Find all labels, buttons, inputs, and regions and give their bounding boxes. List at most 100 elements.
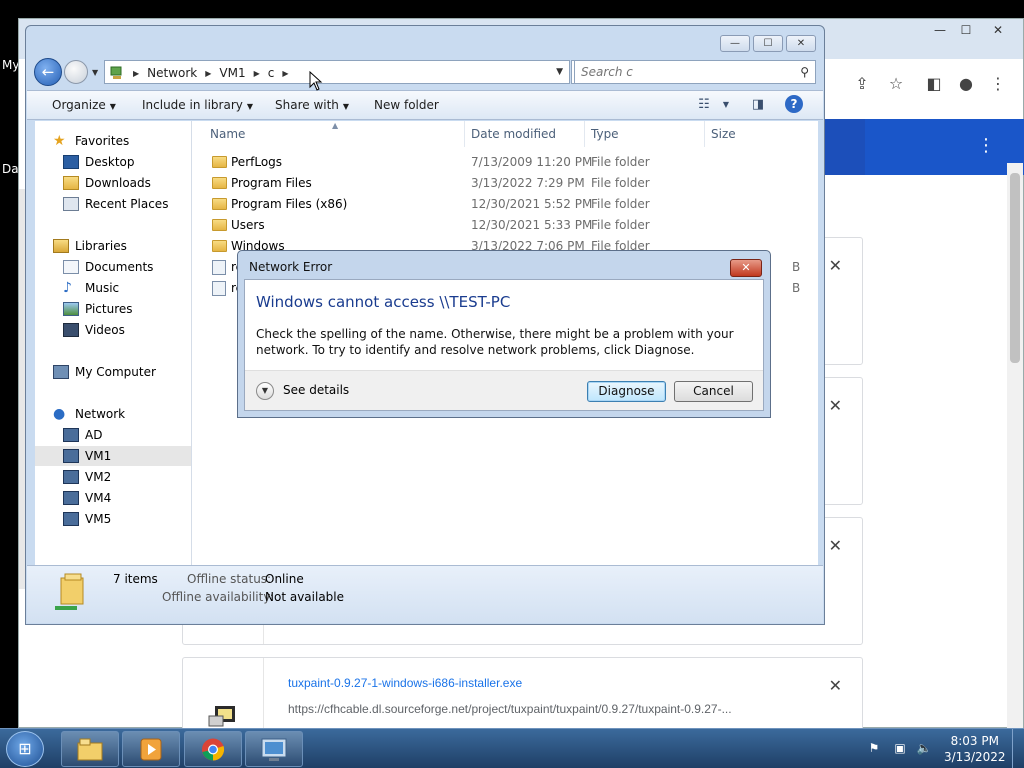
table-row[interactable]: PerfLogs 7/13/2009 11:20 PM File folder xyxy=(192,152,818,173)
column-header-type[interactable]: Type xyxy=(591,127,619,141)
file-name: Users xyxy=(231,218,265,232)
chrome-close-button[interactable]: ✕ xyxy=(985,23,1011,39)
network-location-icon xyxy=(110,66,122,79)
address-history-chevron-down-icon[interactable]: ▼ xyxy=(556,67,563,77)
diagnose-button[interactable]: Diagnose xyxy=(587,381,666,402)
remove-download-close-icon[interactable]: ✕ xyxy=(829,676,842,695)
column-divider[interactable] xyxy=(704,121,705,147)
nav-network-vm2[interactable]: VM2 xyxy=(35,467,191,487)
nav-desktop[interactable]: Desktop xyxy=(35,152,191,172)
nav-recent-places[interactable]: Recent Places xyxy=(35,194,191,214)
explorer-maximize-button[interactable]: ☐ xyxy=(753,35,783,52)
cancel-button[interactable]: Cancel xyxy=(674,381,753,402)
nav-pictures[interactable]: Pictures xyxy=(35,299,191,319)
preview-pane-icon[interactable]: ◨ xyxy=(749,97,767,113)
nav-desktop-label: Desktop xyxy=(85,155,135,169)
table-row[interactable]: Program Files 3/13/2022 7:29 PM File fol… xyxy=(192,173,818,194)
explorer-close-button[interactable]: ✕ xyxy=(786,35,816,52)
nav-network-vm5[interactable]: VM5 xyxy=(35,509,191,529)
share-with-label: Share with xyxy=(275,98,339,112)
organize-button[interactable]: Organize ▼ xyxy=(52,98,116,112)
downloads-menu-icon[interactable]: ⋮ xyxy=(977,135,995,156)
remove-download-close-icon[interactable]: ✕ xyxy=(829,536,842,555)
nav-network-vm4[interactable]: VM4 xyxy=(35,488,191,508)
breadcrumb-chevron-icon[interactable]: ▶ xyxy=(282,69,288,78)
table-row[interactable]: Program Files (x86) 12/30/2021 5:52 PM F… xyxy=(192,194,818,215)
column-header-size[interactable]: Size xyxy=(711,127,736,141)
profile-avatar-icon[interactable]: ● xyxy=(955,73,977,95)
organize-label: Organize xyxy=(52,98,106,112)
taskbar-chrome-button[interactable] xyxy=(184,731,242,767)
chrome-scrollbar[interactable] xyxy=(1007,163,1023,729)
nav-network[interactable]: ● Network xyxy=(35,404,191,424)
nav-documents[interactable]: Documents xyxy=(35,257,191,277)
nav-my-computer[interactable]: My Computer xyxy=(35,362,191,382)
start-button[interactable]: ⊞ xyxy=(6,731,44,767)
column-divider[interactable] xyxy=(584,121,585,147)
download-file-link[interactable]: tuxpaint-0.9.27-1-windows-i686-installer… xyxy=(288,676,522,690)
view-options-icon[interactable]: ☷ xyxy=(695,97,713,113)
scrollbar-thumb[interactable] xyxy=(1010,173,1020,363)
nav-network-vm1[interactable]: VM1 xyxy=(35,446,191,466)
new-folder-button[interactable]: New folder xyxy=(374,98,439,112)
share-icon[interactable]: ⇪ xyxy=(851,73,873,95)
breadcrumb-network[interactable]: Network xyxy=(147,66,197,80)
desktop-icon-label[interactable]: My xyxy=(2,58,19,72)
clock-time: 8:03 PM xyxy=(950,734,999,748)
breadcrumb-vm1[interactable]: VM1 xyxy=(219,66,245,80)
include-in-library-button[interactable]: Include in library ▼ xyxy=(142,98,253,112)
search-box[interactable]: ⚲ xyxy=(574,60,816,84)
side-panel-icon[interactable]: ◧ xyxy=(923,73,945,95)
bookmark-star-icon[interactable]: ☆ xyxy=(885,73,907,95)
view-options-chevron-down-icon[interactable]: ▼ xyxy=(717,100,735,116)
folder-icon xyxy=(212,240,227,252)
recent-pages-chevron-down-icon[interactable]: ▼ xyxy=(92,68,98,77)
clock-date: 3/13/2022 xyxy=(944,750,1006,764)
nav-favorites[interactable]: ★ Favorites xyxy=(35,131,191,151)
nav-network-ad[interactable]: AD xyxy=(35,425,191,445)
see-details-chevron-down-icon[interactable]: ▼ xyxy=(256,382,274,400)
dialog-message: Check the spelling of the name. Otherwis… xyxy=(256,327,734,357)
address-bar[interactable]: ▶ Network ▶ VM1 ▶ c ▶ ▼ ⇆ xyxy=(104,60,597,84)
taskbar-media-player-button[interactable] xyxy=(122,731,180,767)
see-details-link[interactable]: See details xyxy=(283,383,349,397)
dialog-heading: Windows cannot access \\TEST-PC xyxy=(256,293,511,311)
remove-download-close-icon[interactable]: ✕ xyxy=(829,396,842,415)
taskbar-remote-desktop-button[interactable] xyxy=(245,731,303,767)
remove-download-close-icon[interactable]: ✕ xyxy=(829,256,842,275)
search-input[interactable] xyxy=(581,62,781,82)
search-icon[interactable]: ⚲ xyxy=(800,65,809,79)
chrome-minimize-button[interactable]: — xyxy=(927,23,953,39)
system-clock[interactable]: 8:03 PM 3/13/2022 xyxy=(944,733,1006,765)
nav-network-ad-label: AD xyxy=(85,428,103,442)
breadcrumb-chevron-icon[interactable]: ▶ xyxy=(133,69,139,78)
taskbar-explorer-button[interactable] xyxy=(61,731,119,767)
back-button[interactable]: ← xyxy=(34,58,62,86)
volume-icon[interactable]: 🔈 xyxy=(916,741,932,757)
navigation-pane: ★ Favorites Desktop Downloads Recent Pla… xyxy=(35,121,192,565)
explorer-minimize-button[interactable]: — xyxy=(720,35,750,52)
chrome-menu-icon[interactable]: ⋮ xyxy=(987,73,1009,95)
nav-music[interactable]: ♪ Music xyxy=(35,278,191,298)
nav-libraries[interactable]: Libraries xyxy=(35,236,191,256)
nav-downloads[interactable]: Downloads xyxy=(35,173,191,193)
action-center-flag-icon[interactable]: ⚑ xyxy=(866,741,882,757)
nav-videos[interactable]: Videos xyxy=(35,320,191,340)
help-icon[interactable]: ? xyxy=(785,95,803,113)
share-with-button[interactable]: Share with ▼ xyxy=(275,98,349,112)
network-tray-icon[interactable]: ▣ xyxy=(892,741,908,757)
chrome-maximize-button[interactable]: ☐ xyxy=(953,23,979,39)
forward-button[interactable] xyxy=(64,60,88,84)
breadcrumb-chevron-icon[interactable]: ▶ xyxy=(254,69,260,78)
column-divider[interactable] xyxy=(464,121,465,147)
table-row[interactable]: Users 12/30/2021 5:33 PM File folder xyxy=(192,215,818,236)
breadcrumb-chevron-icon[interactable]: ▶ xyxy=(205,69,211,78)
show-desktop-button[interactable] xyxy=(1012,729,1024,768)
column-header-date-modified[interactable]: Date modified xyxy=(471,127,556,141)
nav-network-vm1-label: VM1 xyxy=(85,449,112,463)
column-header-name[interactable]: Name xyxy=(210,127,245,141)
breadcrumb-c[interactable]: c xyxy=(268,66,275,80)
dialog-close-button[interactable]: ✕ xyxy=(730,259,762,277)
nav-pictures-label: Pictures xyxy=(85,302,133,316)
network-computer-icon xyxy=(63,491,79,505)
